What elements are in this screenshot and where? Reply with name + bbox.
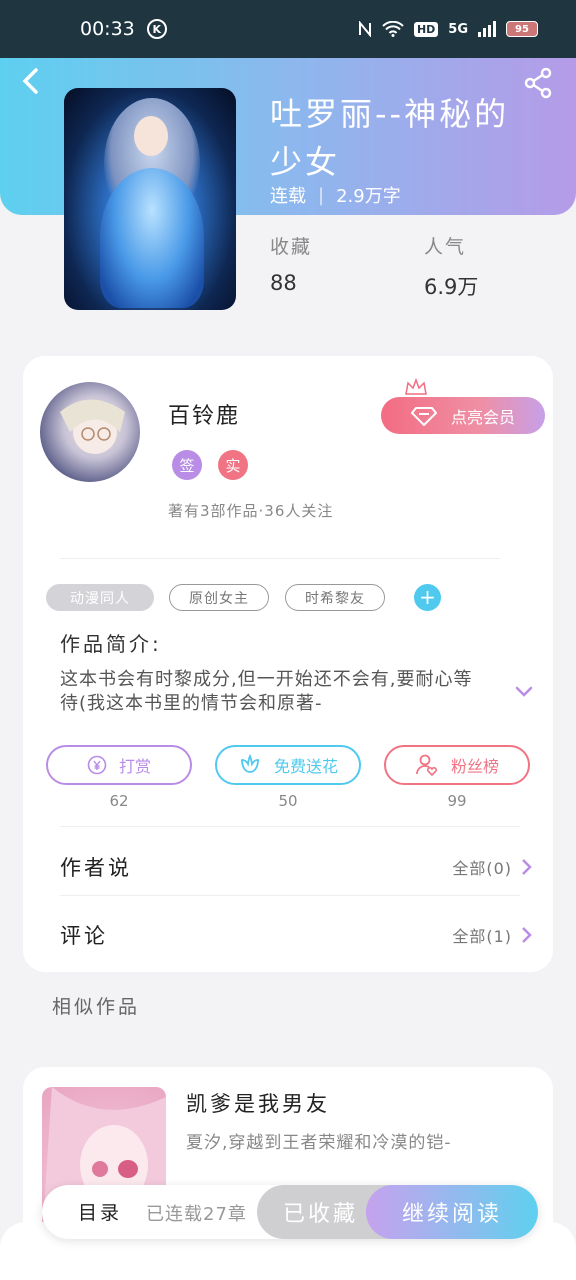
network-label: 5G — [448, 21, 468, 37]
yuan-icon — [87, 755, 107, 775]
chevron-right-icon — [522, 859, 532, 875]
tag-item[interactable]: 时希黎友 — [285, 584, 385, 611]
flower-count: 50 — [278, 792, 298, 810]
status-bar: 00:33 K HD 5G 95 — [0, 0, 576, 58]
stat-value: 88 — [270, 271, 297, 295]
continue-reading-button[interactable]: 继续阅读 — [366, 1185, 538, 1239]
signed-badge: 签 — [172, 450, 202, 480]
reward-button[interactable]: 打赏 — [46, 745, 192, 785]
book-meta: 连载 | 2.9万字 — [270, 182, 401, 208]
reward-count: 62 — [109, 792, 129, 810]
chevron-right-icon — [522, 927, 532, 943]
verified-badge: 实 — [218, 450, 248, 480]
send-flower-label: 免费送花 — [273, 757, 338, 776]
crown-icon — [405, 378, 427, 395]
toc-button[interactable]: 目录 — [78, 1198, 122, 1225]
author-avatar[interactable] — [40, 382, 140, 482]
author-notes-all-link[interactable]: 全部(0) — [452, 855, 532, 879]
author-name[interactable]: 百铃鹿 — [168, 398, 240, 430]
chapter-status: 已连载27章 — [146, 1204, 247, 1225]
back-button[interactable] — [20, 66, 50, 100]
comments-count: 全部(1) — [452, 927, 512, 946]
comments-all-link[interactable]: 全部(1) — [452, 923, 532, 947]
battery-icon: 95 — [506, 21, 538, 37]
similar-book-desc: 夏汐,穿越到王者荣耀和冷漠的铠- — [186, 1133, 452, 1153]
book-cover[interactable] — [64, 88, 236, 310]
cover-art-dress — [100, 168, 204, 308]
reward-label: 打赏 — [118, 757, 151, 776]
comments-label[interactable]: 评论 — [60, 920, 108, 950]
vip-button[interactable]: 点亮会员 — [381, 397, 545, 434]
author-summary: 著有3部作品·36人关注 — [168, 502, 334, 520]
vip-button-label: 点亮会员 — [450, 407, 515, 427]
fans-ranking-button[interactable]: 粉丝榜 — [384, 745, 530, 785]
divider — [60, 558, 500, 559]
cover-art-face — [134, 116, 168, 156]
stat-value: 6.9万 — [424, 275, 479, 299]
stat-label: 人气 — [424, 236, 467, 258]
add-tag-button[interactable]: + — [414, 584, 441, 611]
wifi-icon — [382, 21, 404, 37]
fans-ranking-label: 粉丝榜 — [450, 757, 499, 776]
nfc-icon — [358, 21, 371, 37]
send-flower-button[interactable]: 免费送花 — [215, 745, 361, 785]
meta-separator: | — [318, 184, 325, 206]
signal-icon — [478, 21, 496, 37]
tag-item[interactable]: 动漫同人 — [46, 584, 154, 611]
chevron-down-icon[interactable] — [512, 680, 536, 704]
chevron-left-icon — [22, 68, 38, 94]
book-status: 连载 — [270, 186, 306, 207]
tag-item[interactable]: 原创女主 — [169, 584, 269, 611]
similar-book-title[interactable]: 凯爹是我男友 — [186, 1088, 330, 1118]
divider — [60, 895, 520, 896]
status-time: 00:33 — [80, 18, 135, 40]
k-app-icon: K — [146, 19, 167, 39]
stat-label: 收藏 — [270, 236, 313, 258]
stat-collect: 收藏 88 — [270, 232, 312, 295]
author-notes-count: 全部(0) — [452, 859, 512, 878]
book-title: 吐罗丽--神秘的少女 — [270, 95, 510, 181]
divider — [60, 826, 520, 827]
book-word-count: 2.9万字 — [336, 186, 401, 207]
intro-title: 作品简介: — [60, 632, 162, 656]
diamond-icon — [410, 406, 437, 426]
fans-icon — [416, 754, 438, 777]
flower-icon — [241, 754, 259, 773]
author-notes-label[interactable]: 作者说 — [60, 852, 132, 882]
intro-text: 这本书会有时黎成分,但一开始还不会有,要耐心等待(我这本书里的情节会和原著- — [60, 669, 473, 714]
avatar-art — [60, 399, 125, 454]
stat-popularity: 人气 6.9万 — [424, 232, 478, 301]
fans-count: 99 — [447, 792, 467, 810]
similar-section-title: 相似作品 — [52, 996, 141, 1018]
hd-badge: HD — [413, 21, 439, 37]
